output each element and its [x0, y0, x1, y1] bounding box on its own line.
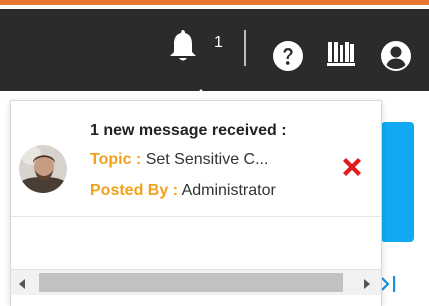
notification-count-badge: 1: [214, 34, 223, 51]
scroll-right-icon[interactable]: [362, 277, 372, 295]
collapse-panel-icon[interactable]: [380, 272, 400, 296]
library-icon[interactable]: [326, 39, 356, 67]
header-divider: [244, 30, 246, 66]
notification-item[interactable]: 1 new message received : Topic : Set Sen…: [11, 111, 381, 217]
scrollbar-thumb[interactable]: [39, 273, 343, 292]
posted-by-label: Posted By :: [90, 182, 179, 199]
user-icon[interactable]: [380, 40, 412, 72]
topic-value: Set Sensitive C...: [145, 151, 269, 168]
posted-by-value: Administrator: [181, 182, 276, 199]
notification-title: 1 new message received :: [90, 122, 287, 139]
side-panel-blue: [381, 122, 414, 242]
topic-label: Topic :: [90, 151, 142, 168]
close-icon[interactable]: [340, 155, 364, 179]
horizontal-scrollbar[interactable]: [11, 269, 381, 295]
notification-topic-row: Topic : Set Sensitive C...: [90, 151, 268, 169]
avatar: [19, 145, 67, 193]
bell-icon[interactable]: [168, 28, 198, 64]
help-icon[interactable]: [272, 40, 304, 72]
notification-posted-by-row: Posted By : Administrator: [90, 182, 276, 200]
scroll-left-icon[interactable]: [17, 277, 27, 295]
notification-popup: 1 new message received : Topic : Set Sen…: [10, 100, 382, 306]
